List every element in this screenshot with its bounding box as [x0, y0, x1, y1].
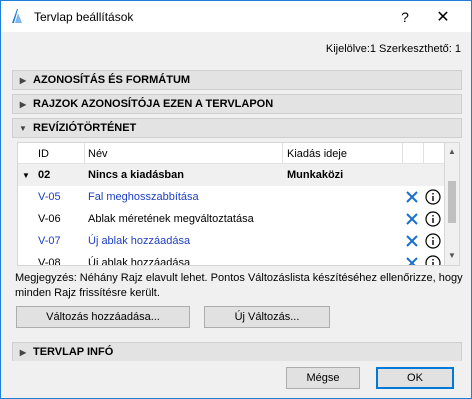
column-separator [282, 143, 283, 164]
row-id: V-07 [38, 235, 61, 247]
column-header-id[interactable]: ID [38, 148, 49, 160]
section-identification[interactable]: ▶ AZONOSÍTÁS ÉS FORMÁTUM [12, 70, 462, 90]
section-title: AZONOSÍTÁS ÉS FORMÁTUM [33, 74, 191, 86]
section-drawings-id[interactable]: ▶ RAJZOK AZONOSÍTÓJA EZEN A TERVLAPON [12, 94, 462, 114]
info-icon[interactable] [425, 211, 441, 227]
table-row[interactable]: V-07 Új ablak hozzáadása [18, 230, 444, 252]
help-button[interactable]: ? [387, 1, 423, 32]
table-header: ID Név Kiadás ideje [18, 143, 444, 164]
add-change-button[interactable]: Változás hozzáadása... [16, 306, 190, 328]
section-revision-history[interactable]: ▼ REVÍZIÓTÖRTÉNET [12, 118, 462, 138]
expand-arrow-icon: ▶ [19, 75, 27, 85]
group-name: Nincs a kiadásban [88, 169, 184, 181]
close-button[interactable]: ✕ [425, 1, 461, 32]
settings-dialog: Tervlap beállítások ? ✕ Kijelölve:1 Szer… [0, 0, 472, 399]
ok-button[interactable]: OK [376, 367, 454, 389]
column-separator [423, 143, 424, 164]
scroll-up-icon[interactable]: ▲ [445, 145, 459, 159]
table-group-row[interactable]: ▼ 02 Nincs a kiadásban Munkaközi [18, 164, 444, 186]
row-id: V-06 [38, 213, 61, 225]
column-separator [84, 143, 85, 164]
outdated-note: Megjegyzés: Néhány Rajz elavult lehet. P… [15, 272, 463, 299]
remove-icon[interactable] [404, 233, 420, 249]
column-header-issue-date[interactable]: Kiadás ideje [287, 148, 347, 160]
section-title: RAJZOK AZONOSÍTÓJA EZEN A TERVLAPON [33, 98, 274, 110]
row-name: Új ablak hozzáadása [88, 235, 191, 247]
group-issue-date: Munkaközi [287, 169, 344, 181]
row-id: V-08 [38, 257, 61, 266]
cancel-button[interactable]: Mégse [286, 367, 360, 389]
expand-arrow-icon: ▶ [19, 99, 27, 109]
expand-arrow-icon: ▶ [19, 347, 27, 357]
table-row[interactable]: V-05 Fal meghosszabbítása [18, 186, 444, 208]
info-icon[interactable] [425, 233, 441, 249]
section-title: REVÍZIÓTÖRTÉNET [33, 122, 137, 134]
group-id: 02 [38, 169, 51, 181]
table-scrollbar[interactable]: ▲ ▼ [445, 142, 460, 266]
row-name: Ablak méretének megváltoztatása [88, 213, 254, 225]
title-bar: Tervlap beállítások ? ✕ [1, 1, 471, 32]
revision-table: ID Név Kiadás ideje ▼ 02 Nincs a kiadásb… [17, 142, 445, 266]
info-icon[interactable] [425, 255, 441, 266]
table-row[interactable]: V-06 Ablak méretének megváltoztatása [18, 208, 444, 230]
table-row[interactable]: V-08 Új ablak hozzáadása [18, 252, 444, 266]
remove-icon[interactable] [404, 189, 420, 205]
scroll-down-icon[interactable]: ▼ [445, 249, 459, 263]
collapse-arrow-icon: ▼ [19, 123, 27, 133]
section-sheet-info[interactable]: ▶ TERVLAP INFÓ [12, 342, 462, 362]
window-title: Tervlap beállítások [34, 10, 134, 24]
remove-icon[interactable] [404, 211, 420, 227]
remove-icon[interactable] [404, 255, 420, 266]
column-header-name[interactable]: Név [88, 148, 108, 160]
section-title: TERVLAP INFÓ [33, 346, 114, 358]
scroll-thumb[interactable] [448, 181, 456, 223]
row-name: Új ablak hozzáadása [88, 257, 191, 266]
row-id: V-05 [38, 191, 61, 203]
selection-info: Kijelölve:1 Szerkeszthető: 1 [325, 43, 461, 55]
archicad-app-icon [12, 9, 22, 23]
column-separator [402, 143, 403, 164]
group-collapse-icon[interactable]: ▼ [22, 171, 30, 180]
info-icon[interactable] [425, 189, 441, 205]
row-name: Fal meghosszabbítása [88, 191, 199, 203]
new-change-button[interactable]: Új Változás... [204, 306, 330, 328]
